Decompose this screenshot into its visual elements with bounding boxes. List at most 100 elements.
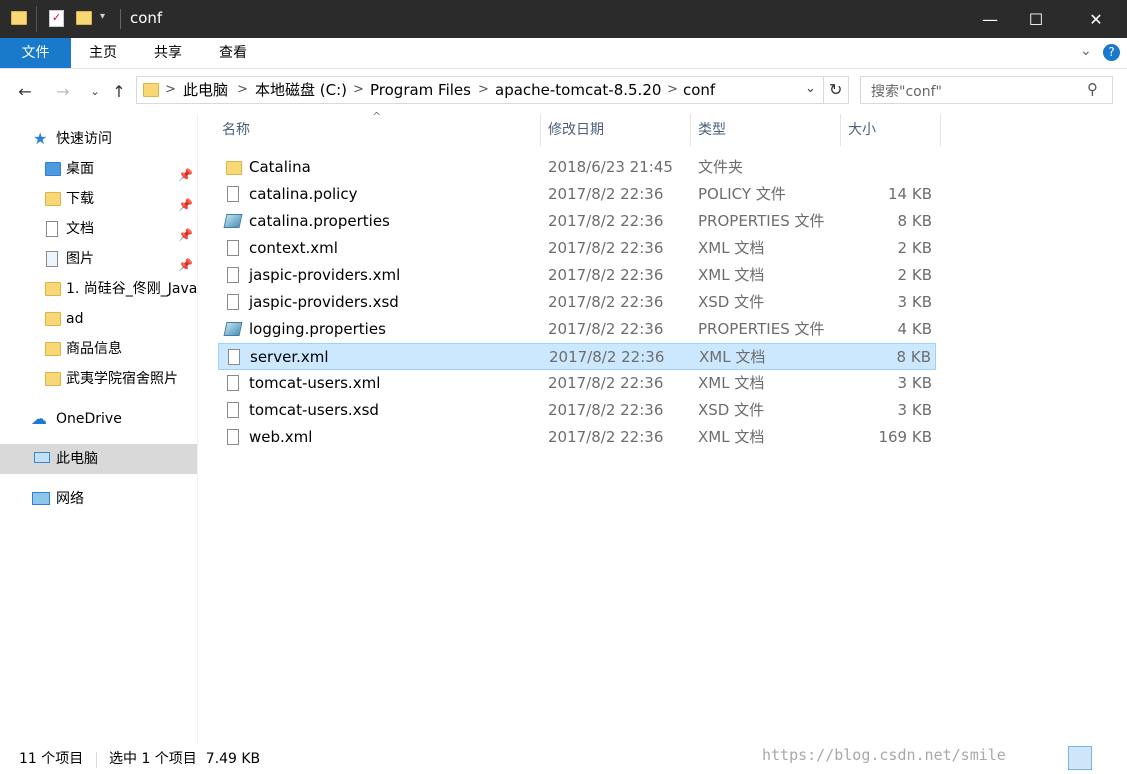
pin-icon[interactable]: 📌 xyxy=(178,250,193,274)
breadcrumb-separator[interactable]: > xyxy=(353,77,364,103)
details-view-button[interactable] xyxy=(1068,746,1092,770)
large-icons-view-button[interactable] xyxy=(1100,746,1122,768)
file-name: catalina.policy xyxy=(249,185,358,203)
quick-access-toolbar-dropdown-icon[interactable]: ▾ xyxy=(100,11,105,22)
file-row[interactable]: catalina.policy 2017/8/2 22:36 POLICY 文件 14… xyxy=(218,181,936,208)
folder-icon xyxy=(45,282,61,296)
column-header-name[interactable]: 名称 xyxy=(222,114,250,146)
tab-share[interactable]: 共享 xyxy=(135,38,201,68)
file-type: XML 文档 xyxy=(699,348,766,366)
file-date: 2017/8/2 22:36 xyxy=(548,428,664,446)
documents-icon xyxy=(46,221,58,237)
up-arrow-icon[interactable]: ↑ xyxy=(108,80,130,102)
properties-icon xyxy=(223,214,243,228)
pin-icon[interactable]: 📌 xyxy=(178,160,193,184)
pin-icon[interactable]: 📌 xyxy=(178,220,193,244)
folder-icon xyxy=(45,312,61,326)
properties-check-icon[interactable]: ✓ xyxy=(49,10,64,27)
breadcrumb-conf[interactable]: conf xyxy=(683,77,715,103)
sidebar-item-folder[interactable]: 1. 尚硅谷_佟刚_Java xyxy=(0,274,197,304)
breadcrumb-this-pc[interactable]: 此电脑 xyxy=(183,77,228,103)
sidebar-item-this-pc[interactable]: 此电脑 xyxy=(0,444,197,474)
breadcrumb-local-disk[interactable]: 本地磁盘 (C:) xyxy=(255,77,347,103)
search-box[interactable]: 搜索"conf" ⚲ xyxy=(860,76,1113,104)
forward-arrow-icon[interactable]: → xyxy=(52,80,74,102)
divider xyxy=(96,752,97,768)
column-separator[interactable] xyxy=(840,114,841,146)
search-icon[interactable]: ⚲ xyxy=(1087,80,1098,98)
sidebar-item-onedrive[interactable]: ☁ OneDrive xyxy=(0,404,197,434)
breadcrumb-separator[interactable]: > xyxy=(237,77,248,103)
file-type: PROPERTIES 文件 xyxy=(698,212,825,230)
sidebar-item-label: OneDrive xyxy=(56,411,122,427)
file-size: 3 KB xyxy=(897,401,932,419)
file-type: XSD 文件 xyxy=(698,293,765,311)
close-button[interactable]: ✕ xyxy=(1073,0,1119,38)
back-arrow-icon[interactable]: ← xyxy=(14,80,36,102)
file-date: 2017/8/2 22:36 xyxy=(548,212,664,230)
file-size: 4 KB xyxy=(897,320,932,338)
breadcrumb-separator[interactable]: > xyxy=(165,77,176,103)
sidebar-item-folder[interactable]: ad xyxy=(0,304,197,334)
sidebar-item-label: 网络 xyxy=(56,491,84,507)
refresh-icon[interactable]: ↻ xyxy=(829,80,842,99)
sidebar-item-desktop[interactable]: 桌面 📌 xyxy=(0,154,197,184)
navigation-pane: ★ 快速访问 桌面 📌 下载 📌 文档 📌 图片 📌 1. 尚硅谷_佟刚_Jav… xyxy=(0,114,197,744)
new-folder-icon[interactable] xyxy=(76,11,92,25)
file-row[interactable]: web.xml 2017/8/2 22:36 XML 文档 169 KB xyxy=(218,424,936,451)
file-row[interactable]: server.xml 2017/8/2 22:36 XML 文档 8 KB xyxy=(218,343,936,370)
column-header-size[interactable]: 大小 xyxy=(848,114,876,146)
column-separator[interactable] xyxy=(690,114,691,146)
file-name: logging.properties xyxy=(249,320,386,338)
desktop-icon xyxy=(45,162,61,176)
file-row[interactable]: Catalina 2018/6/23 21:45 文件夹 xyxy=(218,154,936,181)
title-bar: ✓ ▾ conf — ☐ ✕ xyxy=(0,0,1127,38)
sidebar-item-label: 武夷学院宿舍照片 xyxy=(66,371,178,387)
recent-locations-chevron-icon[interactable]: ⌄ xyxy=(84,80,106,102)
sidebar-item-downloads[interactable]: 下载 📌 xyxy=(0,184,197,214)
tab-file[interactable]: 文件 xyxy=(0,38,71,68)
file-row[interactable]: jaspic-providers.xml 2017/8/2 22:36 XML 文档… xyxy=(218,262,936,289)
address-bar[interactable]: > 此电脑 > 本地磁盘 (C:) > Program Files > apac… xyxy=(136,76,849,104)
item-count: 11 个项目 xyxy=(19,751,84,767)
file-type: PROPERTIES 文件 xyxy=(698,320,825,338)
breadcrumb-program-files[interactable]: Program Files xyxy=(370,77,471,103)
file-row[interactable]: logging.properties 2017/8/2 22:36 PROPERTI… xyxy=(218,316,936,343)
sidebar-item-network[interactable]: 网络 xyxy=(0,484,197,514)
column-separator[interactable] xyxy=(940,114,941,146)
column-header-type[interactable]: 类型 xyxy=(698,114,726,146)
file-row[interactable]: jaspic-providers.xsd 2017/8/2 22:36 XSD 文件… xyxy=(218,289,936,316)
breadcrumb-separator[interactable]: > xyxy=(667,77,678,103)
file-name: catalina.properties xyxy=(249,212,390,230)
file-row[interactable]: tomcat-users.xml 2017/8/2 22:36 XML 文档 3 KB xyxy=(218,370,936,397)
breadcrumb-separator[interactable]: > xyxy=(478,77,489,103)
pane-divider[interactable] xyxy=(197,114,198,744)
file-row[interactable]: catalina.properties 2017/8/2 22:36 PROPERT… xyxy=(218,208,936,235)
chevron-down-icon[interactable]: ⌄ xyxy=(1080,43,1092,59)
pin-icon[interactable]: 📌 xyxy=(178,190,193,214)
sidebar-item-folder[interactable]: 商品信息 xyxy=(0,334,197,364)
sidebar-item-documents[interactable]: 文档 📌 xyxy=(0,214,197,244)
file-row[interactable]: context.xml 2017/8/2 22:36 XML 文档 2 KB xyxy=(218,235,936,262)
tab-view[interactable]: 查看 xyxy=(201,38,265,68)
sidebar-item-label: 此电脑 xyxy=(56,451,98,467)
properties-icon xyxy=(223,322,243,336)
folder-icon xyxy=(11,11,27,25)
file-date: 2017/8/2 22:36 xyxy=(548,266,664,284)
address-history-chevron-icon[interactable]: ⌄ xyxy=(805,81,816,96)
search-input[interactable]: 搜索"conf" xyxy=(871,81,942,101)
file-row[interactable]: tomcat-users.xsd 2017/8/2 22:36 XSD 文件 3 KB xyxy=(218,397,936,424)
sidebar-item-folder[interactable]: 武夷学院宿舍照片 xyxy=(0,364,197,394)
column-separator[interactable] xyxy=(540,114,541,146)
breadcrumb-tomcat[interactable]: apache-tomcat-8.5.20 xyxy=(495,77,661,103)
file-date: 2017/8/2 22:36 xyxy=(548,320,664,338)
minimize-button[interactable]: — xyxy=(967,0,1013,38)
help-icon[interactable]: ? xyxy=(1103,44,1120,61)
tab-home[interactable]: 主页 xyxy=(71,38,135,68)
column-header-date[interactable]: 修改日期 xyxy=(548,114,604,146)
sidebar-item-quick-access[interactable]: ★ 快速访问 xyxy=(0,124,197,154)
maximize-button[interactable]: ☐ xyxy=(1013,0,1059,38)
sidebar-item-pictures[interactable]: 图片 📌 xyxy=(0,244,197,274)
document-icon xyxy=(227,375,239,391)
document-icon xyxy=(227,429,239,445)
